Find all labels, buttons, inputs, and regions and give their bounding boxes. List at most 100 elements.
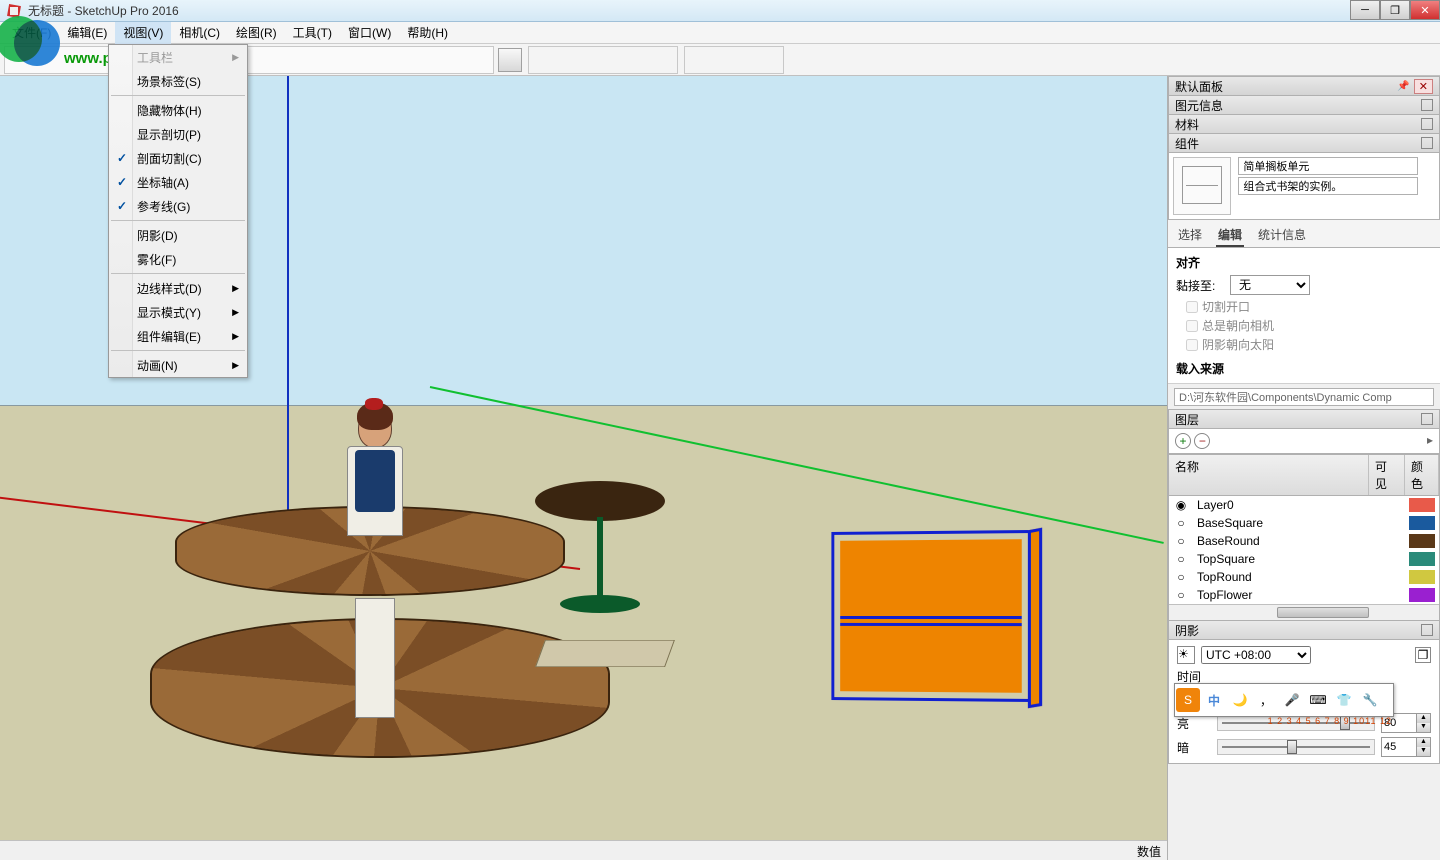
component-name-input[interactable] [1238,157,1418,175]
shadow-sun-check[interactable]: 阴影朝向太阳 [1186,335,1432,354]
face-camera-check[interactable]: 总是朝向相机 [1186,316,1432,335]
dark-value[interactable]: ▲▼ [1381,737,1431,757]
shadow-toggle-icon[interactable]: ☀ [1177,646,1195,664]
components-panel [1168,153,1440,220]
ime-calendar-numbers: 1 2 3 4 5 6 7 8 9 1011 12 [1268,716,1392,726]
component-tabs: 选择 编辑 统计信息 [1168,220,1440,248]
ime-comma-icon[interactable]: ， [1254,688,1278,712]
menu-edit[interactable]: 编辑(E) [59,21,115,44]
layers-table: 名称 可见 颜色 ◉Layer0○BaseSquare○BaseRound○To… [1168,454,1440,621]
layer-row[interactable]: ◉Layer0 [1169,496,1439,514]
layer-row[interactable]: ○TopFlower [1169,586,1439,604]
light-label: 亮 [1177,715,1211,732]
minimize-button[interactable]: ─ [1350,0,1380,20]
collapse-icon[interactable] [1421,137,1433,149]
tray-close-icon[interactable]: ✕ [1414,79,1433,94]
window-title: 无标题 - SketchUp Pro 2016 [28,2,179,19]
menu-help[interactable]: 帮助(H) [399,21,456,44]
layer-row[interactable]: ○BaseSquare [1169,514,1439,532]
collapse-icon[interactable] [1421,118,1433,130]
model-figure [335,408,415,668]
collapse-icon[interactable] [1421,99,1433,111]
view-menu-dropdown: 工具栏▶场景标签(S)隐藏物体(H)显示剖切(P)✓剖面切割(C)✓坐标轴(A)… [108,44,248,378]
menu-item[interactable]: 组件编辑(E)▶ [109,324,247,348]
col-color[interactable]: 颜色 [1405,455,1439,495]
layer-menu-icon[interactable]: ▸ [1427,433,1433,447]
layers-toolbar: + − ▸ [1168,429,1440,454]
axis-blue [287,76,289,578]
shadow-expand-icon[interactable]: ❐ [1415,647,1431,663]
toolbar-placeholder-3 [684,46,784,74]
title-bar: 无标题 - SketchUp Pro 2016 ─ ❐ ✕ [0,0,1440,22]
maximize-button[interactable]: ❐ [1380,0,1410,20]
glue-label: 黏接至: [1176,277,1224,294]
status-bar: 数值 [0,840,1167,860]
timezone-select[interactable]: UTC +08:00 [1201,646,1311,664]
tab-stats[interactable]: 统计信息 [1256,224,1308,247]
menu-item[interactable]: 边线样式(D)▶ [109,276,247,300]
dark-slider[interactable] [1217,739,1375,755]
add-layer-icon[interactable]: + [1175,433,1191,449]
toolbar-button[interactable] [498,48,522,72]
component-desc-input[interactable] [1238,177,1418,195]
alignment-section: 对齐 黏接至: 无 切割开口 总是朝向相机 阴影朝向太阳 载入来源 [1168,248,1440,384]
measurements-label: 数值 [1137,843,1161,860]
menu-item[interactable]: 阴影(D) [109,223,247,247]
model-shelf-selected [831,530,1031,702]
menu-camera[interactable]: 相机(C) [171,21,228,44]
tray-header[interactable]: 默认面板 📌 ✕ [1168,76,1440,96]
layer-row[interactable]: ○BaseRound [1169,532,1439,550]
ime-toolbar[interactable]: S 中 🌙 ， 🎤 ⌨ 👕 🔧 [1174,683,1394,717]
delete-layer-icon[interactable]: − [1194,433,1210,449]
model-table [535,481,665,613]
layer-row[interactable]: ○TopRound [1169,568,1439,586]
component-path: D:\河东软件园\Components\Dynamic Comp [1174,388,1434,406]
glue-select[interactable]: 无 [1230,275,1310,295]
tab-select[interactable]: 选择 [1176,224,1204,247]
menu-file[interactable]: 文件(F) [4,21,59,44]
shadows-header[interactable]: 阴影 [1168,620,1440,640]
menu-item[interactable]: ✓坐标轴(A) [109,170,247,194]
layer-row[interactable]: ○TopSquare [1169,550,1439,568]
menu-item[interactable]: ✓参考线(G) [109,194,247,218]
ime-moon-icon[interactable]: 🌙 [1228,688,1252,712]
menu-item[interactable]: ✓剖面切割(C) [109,146,247,170]
tray-title: 默认面板 [1175,78,1223,95]
menu-item[interactable]: 隐藏物体(H) [109,98,247,122]
source-label: 载入来源 [1176,358,1432,379]
menu-draw[interactable]: 绘图(R) [228,21,285,44]
ime-keyboard-icon[interactable]: ⌨ [1306,688,1330,712]
ime-tool-icon[interactable]: 🔧 [1358,688,1382,712]
ime-lang-button[interactable]: 中 [1202,688,1226,712]
menu-view[interactable]: 视图(V) [115,21,171,44]
toolbar-placeholder [4,46,494,74]
menu-item[interactable]: 动画(N)▶ [109,353,247,377]
entity-info-header[interactable]: 图元信息 [1168,95,1440,115]
toolbar-placeholder-2 [528,46,678,74]
ime-logo-icon[interactable]: S [1176,688,1200,712]
layers-header[interactable]: 图层 [1168,409,1440,429]
pin-icon[interactable]: 📌 [1393,81,1413,92]
ime-skin-icon[interactable]: 👕 [1332,688,1356,712]
menu-item[interactable]: 场景标签(S) [109,69,247,93]
materials-header[interactable]: 材料 [1168,114,1440,134]
ime-mic-icon[interactable]: 🎤 [1280,688,1304,712]
tab-edit[interactable]: 编辑 [1216,224,1244,247]
menu-window[interactable]: 窗口(W) [340,21,399,44]
default-tray: 默认面板 📌 ✕ 图元信息 材料 组件 选择 编辑 统计信息 对齐 黏接至: 无… [1167,76,1440,860]
alignment-label: 对齐 [1176,252,1432,273]
menu-item[interactable]: 显示剖切(P) [109,122,247,146]
menu-item[interactable]: 显示模式(Y)▶ [109,300,247,324]
col-visible[interactable]: 可见 [1369,455,1405,495]
layer-scrollbar[interactable] [1169,604,1439,620]
app-logo-icon [6,3,22,19]
cut-opening-check[interactable]: 切割开口 [1186,297,1432,316]
col-name[interactable]: 名称 [1169,455,1369,495]
dark-label: 暗 [1177,739,1211,756]
collapse-icon[interactable] [1421,624,1433,636]
menu-item[interactable]: 雾化(F) [109,247,247,271]
collapse-icon[interactable] [1421,413,1433,425]
close-button[interactable]: ✕ [1410,0,1440,20]
components-header[interactable]: 组件 [1168,133,1440,153]
menu-tools[interactable]: 工具(T) [285,21,340,44]
